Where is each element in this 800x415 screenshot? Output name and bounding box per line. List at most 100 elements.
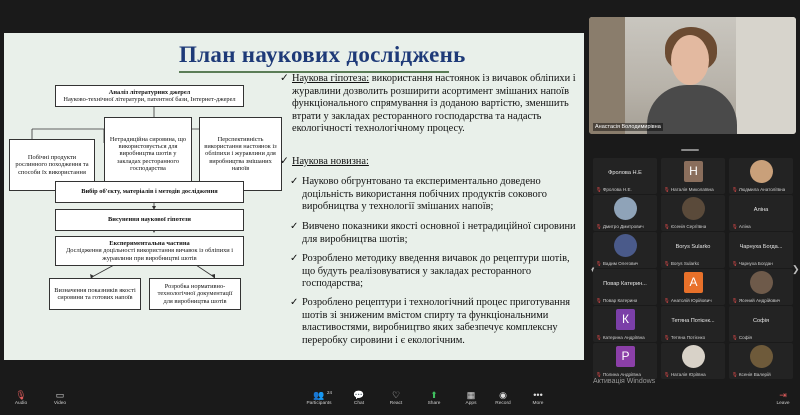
speaker-face xyxy=(671,35,709,85)
chat-button[interactable]: 💬 Chat xyxy=(346,390,372,407)
participant-tile[interactable]: Софія 🎙Софія xyxy=(729,306,793,342)
participant-name: Софія xyxy=(752,318,770,324)
participant-tile[interactable]: 🎙Вадим Олегович xyxy=(593,232,657,268)
react-label: React xyxy=(389,401,403,406)
participant-tile[interactable]: Аліна 🎙Аліна xyxy=(729,195,793,231)
participant-label: 🎙Дмитро Дмитрович xyxy=(596,224,644,230)
participant-gallery: Фролова Н.Е 🎙Фролова Н.Е. Н 🎙Наталія Микола… xyxy=(593,158,793,380)
record-button[interactable]: ◉ Record xyxy=(490,390,516,407)
participant-label: 🎙Єсенія Сергіївна xyxy=(664,224,706,230)
box-literature-analysis: Аналіз літературних джерел Науково-техні… xyxy=(55,85,244,107)
participant-tile[interactable]: 🎙Людмила Анатоліївна xyxy=(729,158,793,194)
participant-label: 🎙Ксенія Валерій xyxy=(732,372,771,378)
apps-button[interactable]: ▦ Apps xyxy=(458,390,484,407)
more-button[interactable]: ••• More xyxy=(525,390,551,407)
background-door xyxy=(589,17,625,134)
speaker-video[interactable]: Анастасія Володимирівна xyxy=(589,17,796,134)
participant-label-text: Вадим Олегович xyxy=(602,261,639,266)
leave-icon: ⇥ xyxy=(779,390,787,400)
box-prospects: Перспективність використання настоянок і… xyxy=(199,117,282,191)
microphone-muted-icon: 🎙 xyxy=(732,372,738,377)
react-button[interactable]: ♡ React xyxy=(383,390,409,407)
share-screen-icon: ⬆ xyxy=(430,390,438,400)
participant-label-text: Єсенія Сергіївна xyxy=(670,224,707,229)
participant-label: 🎙Наталія Миколаївна xyxy=(664,187,714,193)
microphone-muted-icon: 🎙 xyxy=(596,187,602,192)
participant-label: 🎙Вадим Олегович xyxy=(596,261,638,267)
participant-label: 🎙Катерина Андріївна xyxy=(596,335,645,341)
chat-icon: 💬 xyxy=(353,390,365,400)
box-documentation-text: Розробка нормативно-технологічної докуме… xyxy=(157,283,233,305)
participant-label: 🎙Людмила Анатоліївна xyxy=(732,187,785,193)
microphone-muted-icon: 🎙 xyxy=(664,261,670,266)
video-button[interactable]: ▭ Video xyxy=(47,390,73,407)
participant-label: 🎙Анатолій Юрійович xyxy=(664,298,712,304)
leave-button[interactable]: ⇥ Leave xyxy=(772,390,794,406)
background-wall xyxy=(736,17,796,134)
apps-icon: ▦ xyxy=(466,390,476,400)
participant-tile[interactable]: Чарнуха Богда... 🎙Чарнуха Богдан xyxy=(729,232,793,268)
participant-photo xyxy=(750,271,773,294)
participant-tile[interactable]: Тетяна Потієнк... 🎙Тетяна Потієнко xyxy=(661,306,725,342)
microphone-muted-icon: 🎙 xyxy=(664,224,670,229)
microphone-muted-icon: 🎙 xyxy=(596,335,602,340)
gallery-next-arrow[interactable]: ❯ xyxy=(792,264,800,275)
record-label: Record xyxy=(495,401,511,406)
participant-label-text: Тетяна Потієнко xyxy=(670,335,706,340)
participant-tile[interactable]: Фролова Н.Е 🎙Фролова Н.Е. xyxy=(593,158,657,194)
microphone-muted-icon: 🎙 xyxy=(596,372,602,377)
participant-label-text: Полина Андріївна xyxy=(602,372,641,377)
audio-button[interactable]: 🎙 Audio xyxy=(8,390,34,407)
participant-photo xyxy=(750,345,773,368)
box-experimental-title: Експериментальна частина xyxy=(109,240,190,248)
windows-activation-title: Активація Windows xyxy=(593,378,656,385)
participant-tile[interactable]: 🎙Наталія Юріївна xyxy=(661,343,725,379)
participant-label-text: Аліна xyxy=(738,224,751,229)
participants-button[interactable]: 👥 24 Participants xyxy=(304,390,334,407)
participant-label-text: Повар Катерина xyxy=(602,298,638,303)
novelty-bullet-4: ✓ Розроблено рецептури і технологічний пр… xyxy=(290,297,571,346)
participants-label: Participants xyxy=(306,401,332,406)
novelty-bullet-2-text: Вивчено показники якості основної і нетр… xyxy=(302,221,576,245)
participant-avatar: P xyxy=(616,346,635,367)
participant-photo xyxy=(614,197,637,220)
participant-tile[interactable]: 🎙Дмитро Дмитрович xyxy=(593,195,657,231)
participant-tile[interactable]: Borys Sularko 🎙Borys Sularko xyxy=(661,232,725,268)
participant-tile[interactable]: А 🎙Анатолій Юрійович xyxy=(661,269,725,305)
box-experimental: Експериментальна частина Дослідження доц… xyxy=(55,236,244,266)
participant-tile[interactable]: P 🎙Полина Андріївна xyxy=(593,343,657,379)
participant-label-text: Ксенія Валерій xyxy=(738,372,771,377)
participant-tile[interactable]: К 🎙Катерина Андріївна xyxy=(593,306,657,342)
box-literature-title: Аналіз літературних джерел xyxy=(108,88,191,96)
participant-photo xyxy=(682,197,705,220)
participant-tile[interactable]: Н 🎙Наталія Миколаївна xyxy=(661,158,725,194)
participant-label-text: Софія xyxy=(738,335,753,340)
participant-label-text: Чарнуха Богдан xyxy=(738,261,773,266)
participant-tile[interactable]: 🎙Єсенія Сергіївна xyxy=(661,195,725,231)
microphone-muted-icon: 🎙 xyxy=(664,298,670,303)
gallery-page-indicator[interactable] xyxy=(681,149,699,151)
participants-count: 24 xyxy=(326,390,332,395)
microphone-muted-icon: 🎙 xyxy=(596,261,602,266)
zoom-meeting-window: План наукових досліджень Аналіз літерату… xyxy=(0,0,800,415)
microphone-muted-icon: 🎙 xyxy=(596,298,602,303)
participant-label: 🎙Тетяна Потієнко xyxy=(664,335,705,341)
hypothesis-label: Наукова гіпотеза: xyxy=(292,73,370,84)
audio-label: Audio xyxy=(14,401,28,406)
box-byproducts-text: Побічні продукти рослинного походження т… xyxy=(15,154,89,176)
participant-tile[interactable]: 🎙Ясений Андрійович xyxy=(729,269,793,305)
participant-label-text: Ясений Андрійович xyxy=(738,298,781,303)
participant-tile[interactable]: Повар Катерин... 🎙Повар Катерина xyxy=(593,269,657,305)
participant-tile[interactable]: 🎙Ксенія Валерій xyxy=(729,343,793,379)
microphone-muted-icon: 🎙 xyxy=(664,187,670,192)
participant-label-text: Анатолій Юрійович xyxy=(670,298,712,303)
participant-name: Фролова Н.Е xyxy=(608,170,642,176)
participant-photo xyxy=(682,345,705,368)
participant-name: Тетяна Потієнк... xyxy=(671,318,715,324)
participant-label: 🎙Повар Катерина xyxy=(596,298,637,304)
box-prospects-text: Перспективність використання настоянок і… xyxy=(204,135,277,172)
share-button[interactable]: ⬆ Share xyxy=(421,390,447,407)
box-literature-sub: Науково-технічної літератури, патентної … xyxy=(63,96,236,103)
box-experimental-sub: Дослідження доцільності використання вич… xyxy=(65,247,234,262)
participant-avatar: К xyxy=(616,309,635,330)
